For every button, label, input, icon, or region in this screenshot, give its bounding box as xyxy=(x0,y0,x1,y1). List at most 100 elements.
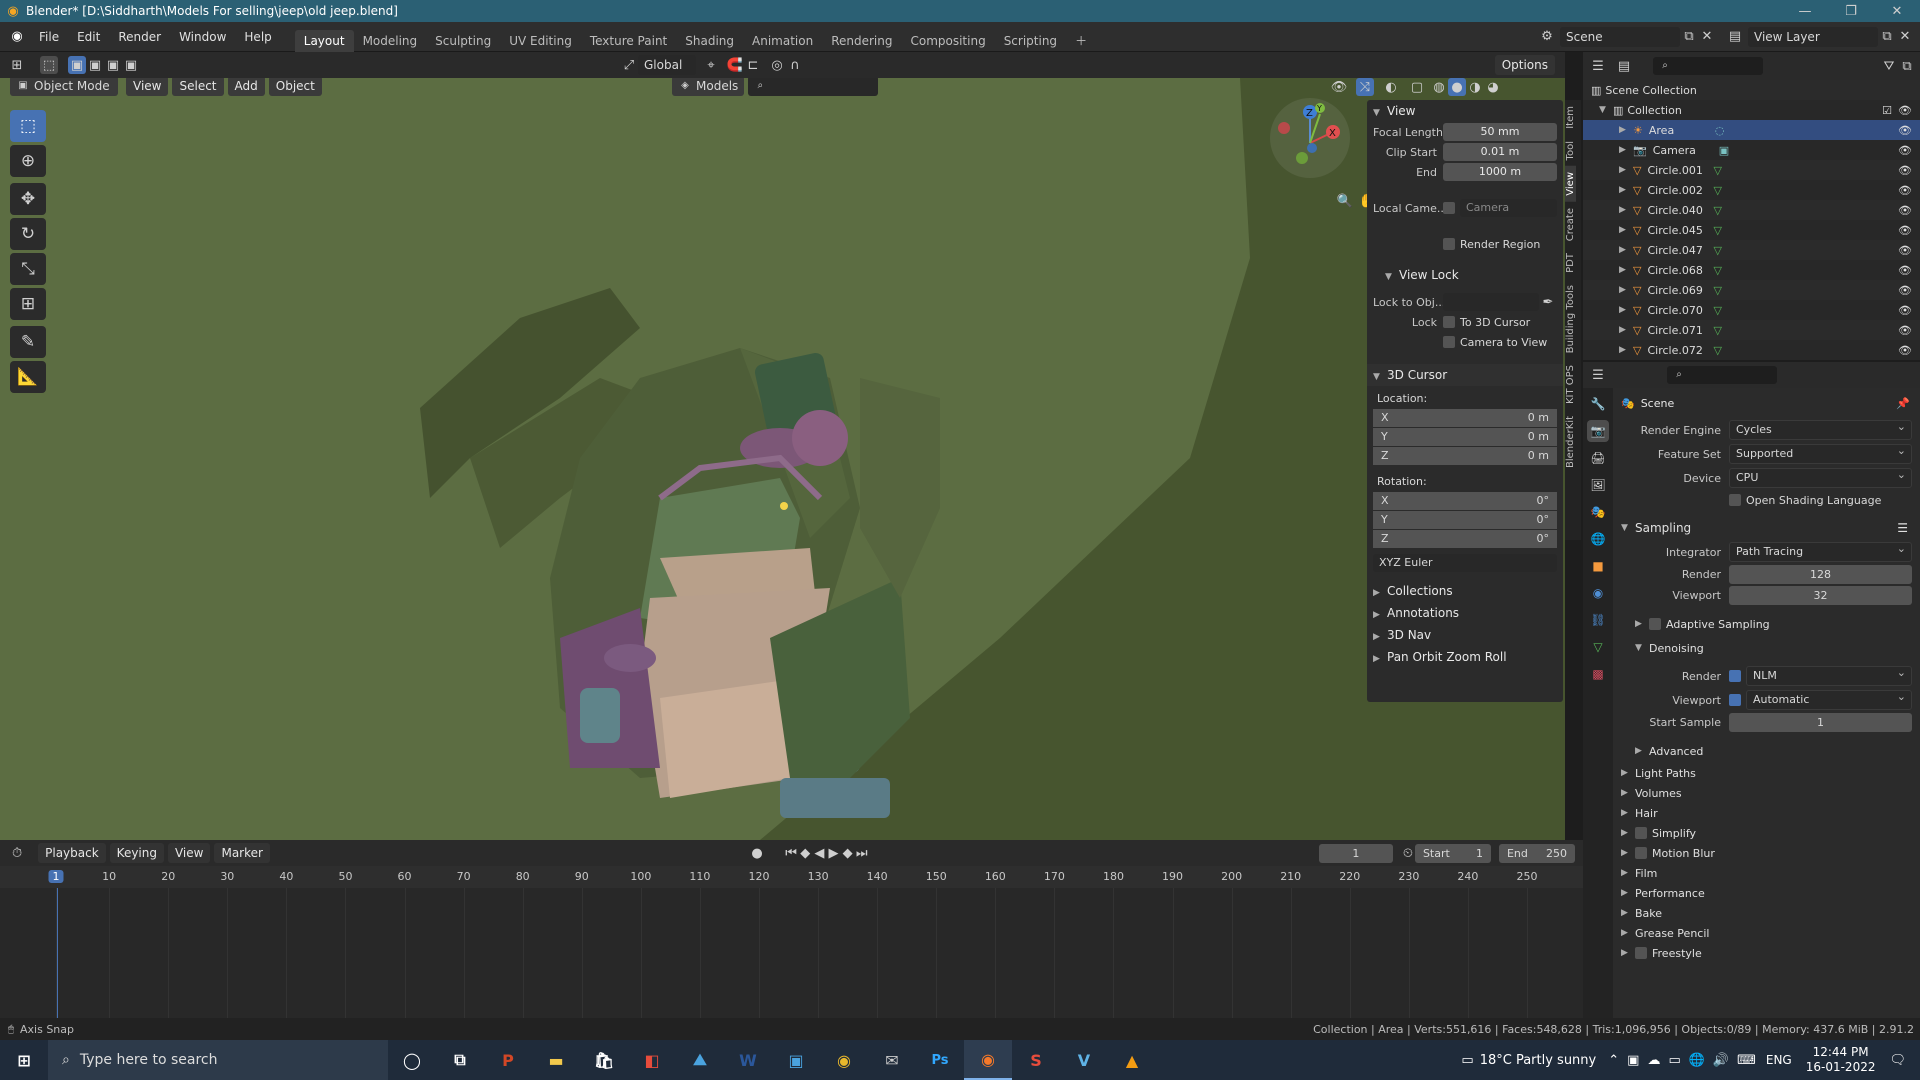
visibility-eye-icon[interactable]: 👁 xyxy=(1898,204,1912,217)
visibility-icon[interactable]: 👁 xyxy=(1330,78,1348,96)
menu-add[interactable]: Add xyxy=(227,78,265,96)
overlays-icon[interactable]: ◐ xyxy=(1382,78,1400,96)
outliner-item[interactable]: ▶ ▽ Circle.071 ▽ 👁 xyxy=(1583,320,1920,340)
visibility-eye-icon[interactable]: 👁 xyxy=(1898,224,1912,237)
presets-list-icon[interactable]: ☰ xyxy=(1897,521,1908,535)
annotate-tool-icon[interactable]: ✎ xyxy=(10,326,46,358)
play-icon[interactable]: ▶ xyxy=(826,844,840,862)
menu-render[interactable]: Render xyxy=(109,26,170,48)
vray-icon[interactable]: V xyxy=(1060,1040,1108,1080)
annotations-panel[interactable]: ▶ Annotations xyxy=(1367,602,1563,624)
record-icon[interactable]: ● xyxy=(750,844,764,862)
outliner-item[interactable]: ▶ ▽ Circle.047 ▽ 👁 xyxy=(1583,240,1920,260)
view-panel-header[interactable]: ▼ View xyxy=(1367,100,1563,122)
blender-taskbar-icon[interactable]: ◉ xyxy=(964,1040,1012,1080)
start-sample-field[interactable]: 1 xyxy=(1729,713,1912,732)
menu-playback[interactable]: Playback xyxy=(38,843,106,863)
timeline-area[interactable]: 1 10 20 30 40 50 60 70 80 90 100 110 120 130 140 150 160… xyxy=(0,866,1583,1018)
render-region-checkbox[interactable] xyxy=(1443,238,1455,250)
tab-scripting[interactable]: Scripting xyxy=(995,30,1066,52)
visibility-eye-icon[interactable]: 👁 xyxy=(1898,184,1912,197)
render-engine-dropdown[interactable]: Cycles xyxy=(1729,418,1912,440)
view-layer-icon[interactable]: ▤ xyxy=(1726,28,1744,46)
task-view-icon[interactable]: ⧉ xyxy=(436,1040,484,1080)
collections-panel[interactable]: ▶ Collections xyxy=(1367,580,1563,602)
new-scene-icon[interactable]: ⧉ xyxy=(1680,28,1698,46)
osl-checkbox[interactable] xyxy=(1729,494,1741,506)
xray-icon[interactable]: ▢ xyxy=(1408,78,1426,96)
pin-icon[interactable]: 📌 xyxy=(1896,397,1910,410)
cursor-rotation-y[interactable]: Y 0° xyxy=(1373,511,1557,529)
visibility-eye-icon[interactable]: 👁 xyxy=(1898,284,1912,297)
mode-dropdown[interactable]: ▣ Object Mode xyxy=(10,78,118,96)
outliner-item[interactable]: ▶ ▽ Circle.070 ▽ 👁 xyxy=(1583,300,1920,320)
3d-cursor-header[interactable]: ▼ 3D Cursor xyxy=(1367,364,1563,386)
expand-icon[interactable]: ▶ xyxy=(1619,145,1633,155)
rendered-shading-icon[interactable]: ◕ xyxy=(1484,78,1502,96)
tab-uv-editing[interactable]: UV Editing xyxy=(500,30,581,52)
visibility-eye-icon[interactable]: 👁 xyxy=(1898,144,1912,157)
data-tab-icon[interactable]: ▽ xyxy=(1587,636,1609,658)
vlc-icon[interactable]: ▲ xyxy=(1108,1040,1156,1080)
focal-length-field[interactable]: 50 mm xyxy=(1443,123,1557,141)
outliner-item[interactable]: ▶ ▽ Circle.040 ▽ 👁 xyxy=(1583,200,1920,220)
navigation-gizmo[interactable]: Z X Y xyxy=(1270,98,1350,178)
denoise-viewport-dropdown[interactable]: Automatic xyxy=(1746,688,1912,710)
app-icon[interactable]: ⛰ xyxy=(676,1040,724,1080)
transform-orientation-icon[interactable]: ⤢ xyxy=(620,56,638,74)
tab-sculpting[interactable]: Sculpting xyxy=(426,30,500,52)
measure-tool-icon[interactable]: 📐 xyxy=(10,361,46,393)
photoshop-icon[interactable]: Ps xyxy=(916,1040,964,1080)
next-keyframe-icon[interactable]: ◆ xyxy=(841,844,855,862)
substance-icon[interactable]: S xyxy=(1012,1040,1060,1080)
visibility-eye-icon[interactable]: 👁 xyxy=(1898,324,1912,337)
pan-orbit-panel[interactable]: ▶ Pan Orbit Zoom Roll xyxy=(1367,646,1563,668)
rotate-tool-icon[interactable]: ↻ xyxy=(10,218,46,250)
section-checkbox[interactable] xyxy=(1635,827,1647,839)
frame-ruler[interactable]: 1 10 20 30 40 50 60 70 80 90 100 110 120 130 140 150 160… xyxy=(0,866,1583,888)
denoise-render-checkbox[interactable] xyxy=(1729,670,1741,682)
integrator-dropdown[interactable]: Path Tracing xyxy=(1729,540,1912,562)
device-dropdown[interactable]: CPU xyxy=(1729,466,1912,488)
powerpoint-icon[interactable]: P xyxy=(484,1040,532,1080)
scale-tool-icon[interactable]: ⤡ xyxy=(10,253,46,285)
menu-help[interactable]: Help xyxy=(235,26,280,48)
rotation-mode-dropdown[interactable]: XYZ Euler xyxy=(1373,554,1557,572)
move-tool-icon[interactable]: ✥ xyxy=(10,183,46,215)
sampling-section[interactable]: ▼ Sampling ☰ xyxy=(1613,516,1920,540)
scene-collection-row[interactable]: ▥ Scene Collection xyxy=(1583,80,1920,100)
menu-window[interactable]: Window xyxy=(170,26,235,48)
to-3d-cursor-checkbox[interactable] xyxy=(1443,316,1455,328)
orientation-dropdown[interactable]: Global xyxy=(638,55,696,75)
store-icon[interactable]: 🛍 xyxy=(580,1040,628,1080)
tray-chevron-icon[interactable]: ⌃ xyxy=(1608,1053,1619,1068)
prev-keyframe-icon[interactable]: ◆ xyxy=(798,844,812,862)
close-icon[interactable]: ✕ xyxy=(1874,2,1920,20)
camera-to-view-checkbox[interactable] xyxy=(1443,336,1455,348)
end-frame-field[interactable]: End 250 xyxy=(1498,843,1575,863)
expand-icon[interactable]: ▶ xyxy=(1619,245,1633,255)
eyedropper-icon[interactable]: ✒ xyxy=(1539,293,1557,311)
tool-tab-icon[interactable]: 🔧 xyxy=(1587,393,1609,415)
outliner-item[interactable]: ▶ ▽ Circle.002 ▽ 👁 xyxy=(1583,180,1920,200)
cursor-tool-icon[interactable]: ⊕ xyxy=(10,145,46,177)
select-mode-invert-icon[interactable]: ▣ xyxy=(122,56,140,74)
cursor-location-z[interactable]: Z0 m xyxy=(1373,447,1557,465)
taskbar-search[interactable]: ⌕ Type here to search xyxy=(48,1040,388,1080)
expand-icon[interactable]: ▶ xyxy=(1619,225,1633,235)
tab-item[interactable]: Item xyxy=(1565,100,1576,135)
tab-pdt[interactable]: PDT xyxy=(1565,247,1576,279)
word-icon[interactable]: W xyxy=(724,1040,772,1080)
tab-tool[interactable]: Tool xyxy=(1565,135,1576,166)
cursor-rotation-x[interactable]: X 0° xyxy=(1373,492,1557,510)
3d-nav-panel[interactable]: ▶ 3D Nav xyxy=(1367,624,1563,646)
adaptive-sampling-section[interactable]: ▶ Adaptive Sampling xyxy=(1613,612,1920,636)
select-mode-new-icon[interactable]: ▣ xyxy=(68,56,86,74)
menu-edit[interactable]: Edit xyxy=(68,26,109,48)
outliner-search-input[interactable]: ⌕ xyxy=(1653,57,1763,75)
visibility-eye-icon[interactable]: 👁 xyxy=(1898,344,1912,357)
models-dropdown[interactable]: ◈ Models xyxy=(672,78,745,96)
view-layer-tab-icon[interactable]: 🖼 xyxy=(1587,474,1609,496)
snap-target-icon[interactable]: ⊏ xyxy=(744,56,762,74)
outliner-item[interactable]: ▶ ▽ Circle.045 ▽ 👁 xyxy=(1583,220,1920,240)
